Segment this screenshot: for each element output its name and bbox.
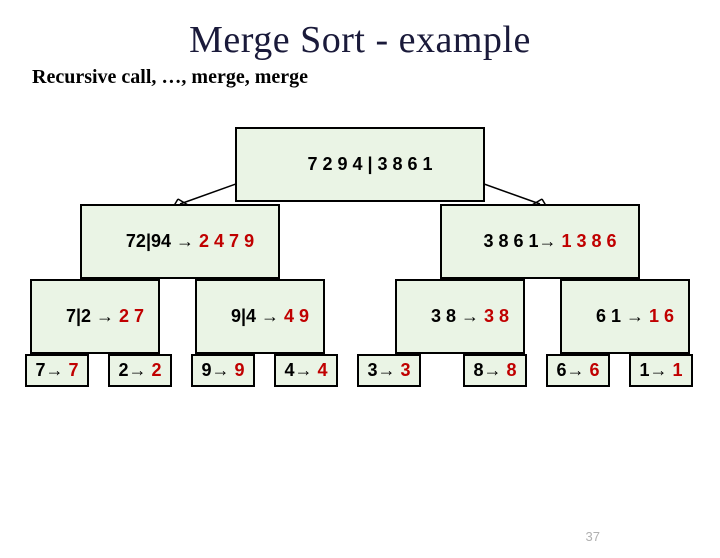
node-ll: 7|2 → 2 7: [30, 279, 160, 354]
node-input: 1: [639, 360, 649, 380]
node-output: 3 8: [484, 306, 509, 326]
node-left: 72|94 → 2 4 7 9: [80, 204, 280, 279]
node-rr: 6 1 → 1 6: [560, 279, 690, 354]
node-leaf-2: 2→ 2: [108, 354, 172, 387]
node-rl: 3 8 → 3 8: [395, 279, 525, 354]
arrow-icon: →: [211, 360, 234, 380]
node-input: 72|94: [126, 231, 171, 251]
node-leaf-9: 9→ 9: [191, 354, 255, 387]
node-output: 1: [673, 360, 683, 380]
node-input: 9|4: [231, 306, 256, 326]
node-input: 2: [118, 360, 128, 380]
node-lr: 9|4 → 4 9: [195, 279, 325, 354]
node-input: 3: [367, 360, 377, 380]
node-leaf-4: 4→ 4: [274, 354, 338, 387]
arrow-icon: →: [128, 360, 151, 380]
node-input: 4: [284, 360, 294, 380]
arrow-icon: →: [539, 231, 562, 251]
diagram-canvas: 7 2 9 4 | 3 8 6 1 72|94 → 2 4 7 9 3 8 6 …: [0, 99, 720, 519]
arrow-icon: →: [621, 306, 649, 326]
node-output: 2 7: [119, 306, 144, 326]
arrow-icon: →: [377, 360, 400, 380]
node-leaf-6: 6→ 6: [546, 354, 610, 387]
node-output: 1 3 8 6: [562, 231, 617, 251]
arrow-icon: →: [483, 360, 506, 380]
node-input: 6 1: [596, 306, 621, 326]
node-input: 7 2 9 4 | 3 8 6 1: [307, 154, 432, 174]
page-number: 37: [586, 529, 600, 544]
arrow-icon: →: [256, 306, 284, 326]
node-root: 7 2 9 4 | 3 8 6 1: [235, 127, 485, 202]
node-output: 6: [590, 360, 600, 380]
node-output: 2 4 7 9: [199, 231, 254, 251]
arrow-icon: →: [294, 360, 317, 380]
arrow-icon: →: [45, 360, 68, 380]
node-output: 4: [318, 360, 328, 380]
arrow-icon: →: [91, 306, 119, 326]
node-output: 3: [401, 360, 411, 380]
node-input: 6: [556, 360, 566, 380]
node-input: 7: [35, 360, 45, 380]
node-right: 3 8 6 1→ 1 3 8 6: [440, 204, 640, 279]
arrow-icon: →: [456, 306, 484, 326]
node-output: 9: [235, 360, 245, 380]
node-leaf-8: 8→ 8: [463, 354, 527, 387]
node-leaf-3: 3→ 3: [357, 354, 421, 387]
arrow-icon: →: [171, 231, 199, 251]
page-title: Merge Sort - example: [0, 18, 720, 62]
node-input: 3 8: [431, 306, 456, 326]
node-output: 1 6: [649, 306, 674, 326]
node-leaf-7: 7→ 7: [25, 354, 89, 387]
node-output: 7: [69, 360, 79, 380]
subtitle: Recursive call, …, merge, merge: [32, 66, 720, 89]
node-input: 7|2: [66, 306, 91, 326]
node-leaf-1: 1→ 1: [629, 354, 693, 387]
node-input: 8: [473, 360, 483, 380]
node-output: 8: [507, 360, 517, 380]
node-input: 3 8 6 1: [483, 231, 538, 251]
node-input: 9: [201, 360, 211, 380]
arrow-icon: →: [649, 360, 672, 380]
node-output: 2: [152, 360, 162, 380]
node-output: 4 9: [284, 306, 309, 326]
arrow-icon: →: [566, 360, 589, 380]
